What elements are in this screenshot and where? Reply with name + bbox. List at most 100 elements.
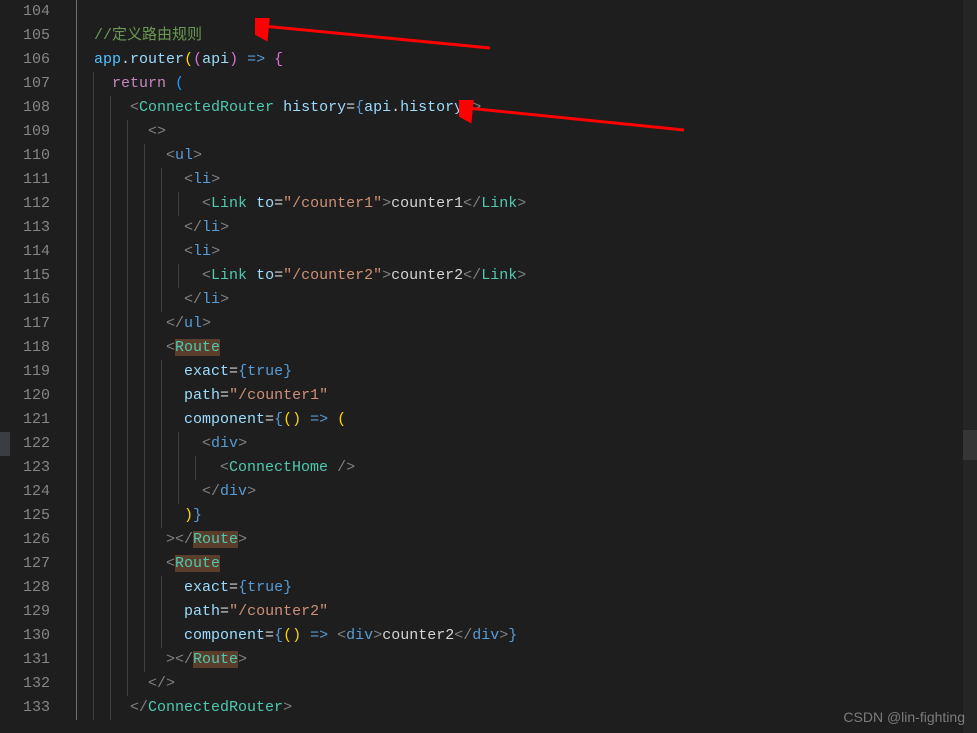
identifier: api [364, 99, 391, 116]
jsx-tag: Link [211, 195, 247, 212]
html-tag: li [202, 291, 220, 308]
code-line[interactable]: </div> [76, 480, 977, 504]
code-line[interactable]: //定义路由规则 [76, 24, 977, 48]
code-line[interactable]: exact={true} [76, 576, 977, 600]
method: router [130, 51, 184, 68]
jsx-attr: to [256, 267, 274, 284]
text: counter2 [382, 627, 454, 644]
code-line[interactable]: <div> [76, 432, 977, 456]
code-line[interactable]: )} [76, 504, 977, 528]
html-tag: div [472, 627, 499, 644]
param: api [202, 51, 229, 68]
jsx-tag: ConnectHome [229, 459, 328, 476]
comment: //定义路由规则 [94, 27, 202, 44]
code-content[interactable]: //定义路由规则 app.router((api) => { return ( … [68, 0, 977, 733]
jsx-tag: Link [481, 267, 517, 284]
line-number: 124 [8, 480, 50, 504]
html-tag: div [220, 483, 247, 500]
text: counter2 [391, 267, 463, 284]
line-number: 104 [8, 0, 50, 24]
html-tag: div [211, 435, 238, 452]
line-number: 116 [8, 288, 50, 312]
code-line[interactable]: exact={true} [76, 360, 977, 384]
line-number: 118 [8, 336, 50, 360]
jsx-attr: history [283, 99, 346, 116]
jsx-attr: exact [184, 363, 229, 380]
jsx-attr: path [184, 387, 220, 404]
line-number: 120 [8, 384, 50, 408]
code-line[interactable]: <> [76, 120, 977, 144]
jsx-attr: component [184, 411, 265, 428]
line-number: 122 [8, 432, 50, 456]
code-line[interactable] [76, 0, 977, 24]
minimap-slider[interactable] [963, 430, 977, 460]
jsx-tag: Route [193, 651, 238, 668]
code-line[interactable]: <Link to="/counter2">counter2</Link> [76, 264, 977, 288]
line-number: 131 [8, 648, 50, 672]
minimap-scrollbar[interactable] [963, 0, 977, 733]
line-number: 105 [8, 24, 50, 48]
code-line[interactable]: <ConnectedRouter history={api.history}> [76, 96, 977, 120]
keyword: return [112, 75, 166, 92]
jsx-tag: Link [481, 195, 517, 212]
line-number: 130 [8, 624, 50, 648]
line-number: 111 [8, 168, 50, 192]
string: "/counter2" [229, 603, 328, 620]
string: "/counter2" [283, 267, 382, 284]
code-line[interactable]: app.router((api) => { [76, 48, 977, 72]
code-line[interactable]: component={() => ( [76, 408, 977, 432]
html-tag: ul [175, 147, 193, 164]
code-line[interactable]: </ul> [76, 312, 977, 336]
code-line[interactable]: path="/counter2" [76, 600, 977, 624]
left-gutter-marker [0, 432, 10, 456]
code-line[interactable]: <li> [76, 240, 977, 264]
code-line[interactable]: </li> [76, 216, 977, 240]
code-line[interactable]: <ul> [76, 144, 977, 168]
line-number: 108 [8, 96, 50, 120]
code-line[interactable]: <Link to="/counter1">counter1</Link> [76, 192, 977, 216]
line-number-gutter: 104 105 106 107 108 109 110 111 112 113 … [0, 0, 68, 733]
code-line[interactable]: return ( [76, 72, 977, 96]
code-line[interactable]: </ConnectedRouter> [76, 696, 977, 720]
line-number: 123 [8, 456, 50, 480]
jsx-tag: Route [175, 339, 220, 356]
code-line[interactable]: <ConnectHome /> [76, 456, 977, 480]
html-tag: ul [184, 315, 202, 332]
line-number: 109 [8, 120, 50, 144]
line-number: 127 [8, 552, 50, 576]
line-number: 133 [8, 696, 50, 720]
identifier: history [400, 99, 463, 116]
line-number: 119 [8, 360, 50, 384]
jsx-tag: ConnectedRouter [148, 699, 283, 716]
line-number: 126 [8, 528, 50, 552]
jsx-attr: component [184, 627, 265, 644]
text: counter1 [391, 195, 463, 212]
line-number: 106 [8, 48, 50, 72]
line-number: 107 [8, 72, 50, 96]
jsx-attr: to [256, 195, 274, 212]
watermark: CSDN @lin-fighting [843, 709, 965, 725]
code-line[interactable]: <li> [76, 168, 977, 192]
code-line[interactable]: </> [76, 672, 977, 696]
line-number: 129 [8, 600, 50, 624]
line-number: 115 [8, 264, 50, 288]
code-line[interactable]: component={() => <div>counter2</div>} [76, 624, 977, 648]
code-line[interactable]: ></Route> [76, 528, 977, 552]
line-number: 125 [8, 504, 50, 528]
line-number: 117 [8, 312, 50, 336]
html-tag: li [202, 219, 220, 236]
jsx-attr: path [184, 603, 220, 620]
keyword: true [247, 363, 283, 380]
code-line[interactable]: <Route [76, 336, 977, 360]
line-number: 114 [8, 240, 50, 264]
code-editor: 104 105 106 107 108 109 110 111 112 113 … [0, 0, 977, 733]
code-line[interactable]: ></Route> [76, 648, 977, 672]
identifier: app [94, 51, 121, 68]
code-line[interactable]: path="/counter1" [76, 384, 977, 408]
code-line[interactable]: <Route [76, 552, 977, 576]
html-tag: li [193, 171, 211, 188]
line-number: 121 [8, 408, 50, 432]
string: "/counter1" [229, 387, 328, 404]
jsx-tag: Route [175, 555, 220, 572]
code-line[interactable]: </li> [76, 288, 977, 312]
